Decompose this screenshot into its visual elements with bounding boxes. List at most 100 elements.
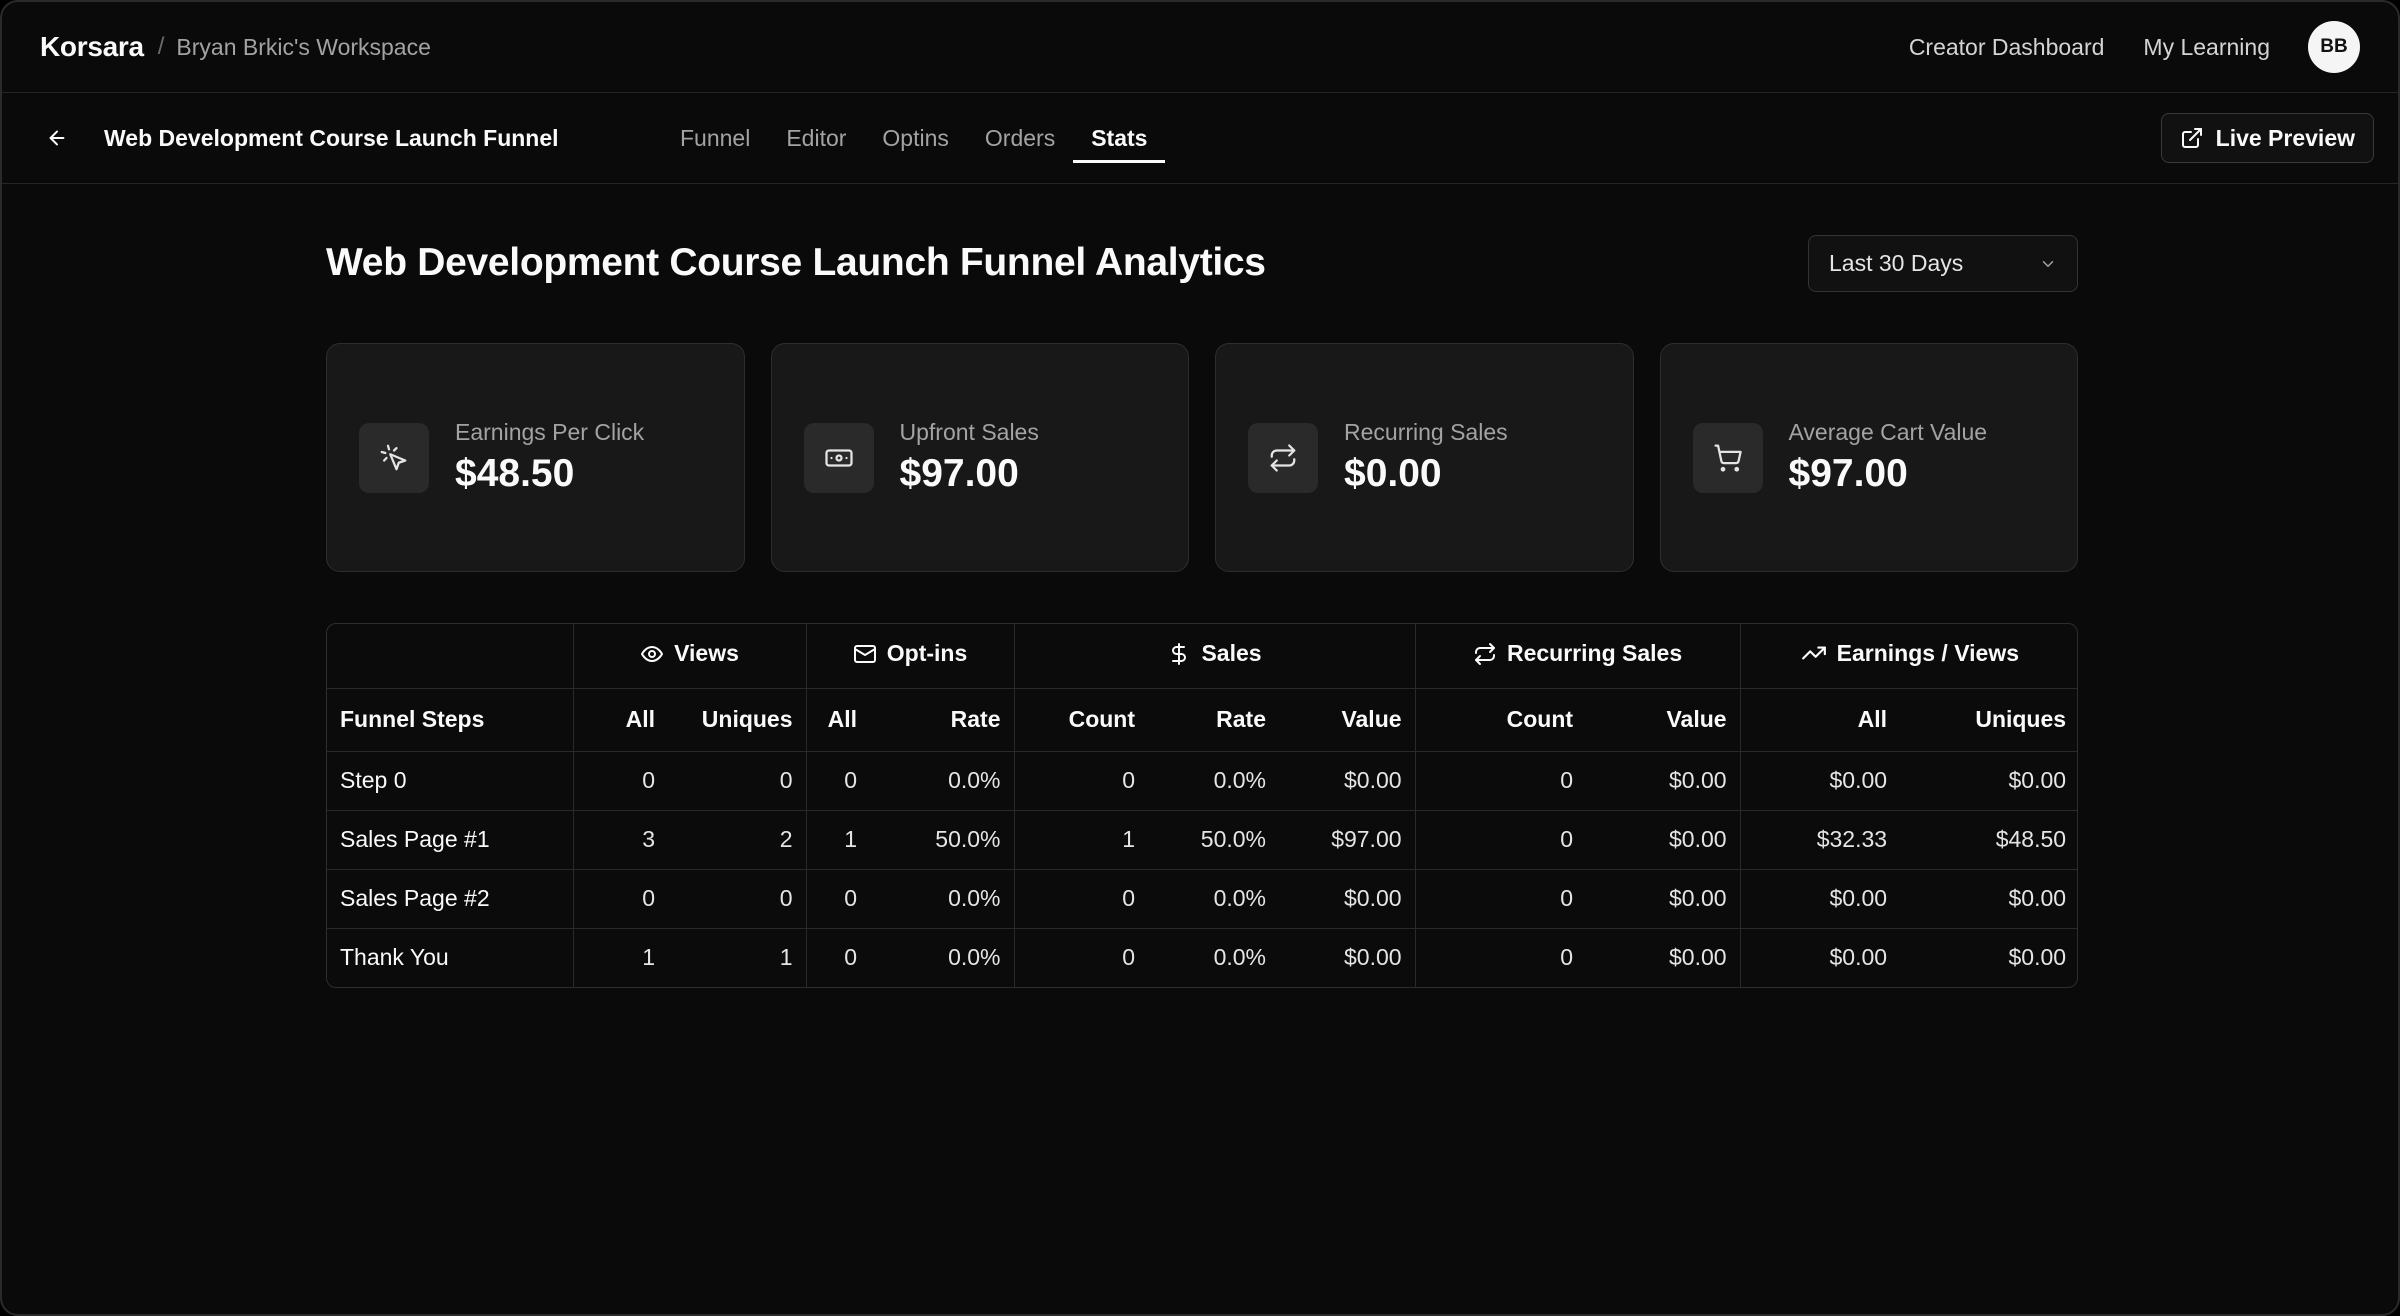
views-group-header: Views [572, 624, 807, 689]
group-label: Earnings / Views [1836, 639, 2019, 666]
col-recurring-count[interactable]: Count [1414, 688, 1587, 752]
recurring-sales-group-header: Recurring Sales [1414, 624, 1741, 689]
table-cell: 1 [805, 810, 871, 870]
top-header: Korsara / Bryan Brkic's Workspace Creato… [2, 2, 2398, 93]
earnings-views-group-header: Earnings / Views [1739, 624, 2077, 689]
mail-icon [853, 644, 876, 663]
table-cell: 0 [1013, 869, 1149, 929]
table-cell: 0 [1414, 751, 1587, 811]
table-cell: 2 [668, 810, 807, 870]
table-cell: $0.00 [1343, 944, 1402, 971]
table-cell: 0.0% [1148, 751, 1280, 811]
arrow-left-icon [49, 130, 65, 146]
table-cell: 0 [572, 869, 668, 929]
tab-orders[interactable]: Orders [967, 93, 1073, 184]
col-sales-count[interactable]: Count [1013, 688, 1149, 752]
table-cell: $0.00 [1669, 944, 1727, 971]
col-optins-rate[interactable]: Rate [870, 688, 1015, 752]
tab-editor[interactable]: Editor [768, 93, 864, 184]
page-title: Web Development Course Launch Funnel Ana… [326, 241, 1266, 284]
table-cell: 0 [805, 928, 871, 987]
shopping-cart-icon [1692, 422, 1763, 493]
card-value: $48.50 [455, 452, 575, 495]
date-range-value: Last 30 Days [1829, 250, 1964, 276]
table-cell: $0.00 [1586, 869, 1741, 929]
table-cell: 50.0% [870, 810, 1015, 870]
col-earnings-all[interactable]: All [1739, 688, 1901, 752]
trending-up-icon [1801, 646, 1826, 660]
live-preview-label: Live Preview [2215, 124, 2355, 151]
table-cell: 0 [668, 869, 807, 929]
table-cell: $48.50 [1900, 810, 2077, 870]
table-cell: 0.0% [1148, 869, 1280, 929]
table-cell: $97.00 [1279, 810, 1416, 870]
col-funnel-steps[interactable]: Funnel Steps [327, 688, 573, 752]
table-cell: 0.0% [1213, 944, 1267, 971]
table-cell: 0 [1414, 810, 1587, 870]
group-label: Views [674, 640, 739, 666]
table-row[interactable]: Step 0 0 0 0 0.0% 0 0.0% $0.00 0 $0.00 $0.00 $0.00 [327, 751, 2077, 811]
col-earnings-uniques[interactable]: Uniques [1900, 688, 2077, 752]
table-cell: 1 [1013, 810, 1149, 870]
col-recurring-value[interactable]: Value [1586, 688, 1741, 752]
table-cell: $0.00 [1900, 869, 2077, 929]
banknote-icon [803, 422, 874, 493]
step-name-cell: Sales Page #2 [327, 869, 573, 929]
my-learning-link[interactable]: My Learning [2143, 34, 2270, 61]
repeat-icon [1474, 642, 1495, 665]
col-views-all[interactable]: All [572, 688, 668, 752]
card-label: Earnings Per Click [455, 419, 645, 445]
card-value: $0.00 [1344, 452, 1442, 495]
avatar[interactable]: BB [2308, 21, 2360, 73]
group-label: Recurring Sales [1506, 640, 1683, 666]
table-row[interactable]: Sales Page #2 0 0 0 0.0% 0 0.0% $0.00 0 $0.00 $0.0… [327, 869, 2077, 929]
table-row[interactable]: Thank You 1 1 0 0.0% 0 0.0% $0.00 0 $0.00 $0.00 $0.… [327, 928, 2077, 987]
table-cell: 50.0% [1148, 810, 1280, 870]
table-cell: $0.00 [1279, 751, 1416, 811]
table-cell: 0 [668, 751, 807, 811]
card-label: Upfront Sales [899, 419, 1039, 445]
recurring-sales-card: Recurring Sales $0.00 [1215, 343, 1634, 572]
tab-optins[interactable]: Optins [864, 93, 966, 184]
table-cell: 0 [1414, 869, 1587, 929]
app-window: Korsara / Bryan Brkic's Workspace Creato… [0, 0, 2400, 1316]
chevron-down-icon [2042, 260, 2054, 267]
table-cell: 1 [572, 928, 668, 987]
date-range-select[interactable]: Last 30 Days [1808, 235, 2078, 292]
step-name-cell: Thank You [340, 944, 449, 971]
creator-dashboard-link[interactable]: Creator Dashboard [1909, 34, 2105, 61]
workspace-name[interactable]: Bryan Brkic's Workspace [176, 34, 430, 61]
pointer-click-icon [359, 422, 429, 493]
back-button[interactable] [40, 121, 74, 155]
empty-group-header [327, 624, 573, 689]
col-optins-all[interactable]: All [805, 688, 871, 752]
tab-funnel[interactable]: Funnel [662, 93, 768, 184]
funnel-stats-table: Views Opt-ins Sales Recurring Sales Earn… [326, 623, 2078, 988]
live-preview-button[interactable]: Live Preview [2160, 113, 2374, 163]
table-body: Step 0 0 0 0 0.0% 0 0.0% $0.00 0 $0.00 $0.00 $0.00 S… [327, 751, 2077, 987]
card-value: $97.00 [1788, 452, 1908, 495]
repeat-icon [1248, 422, 1318, 493]
card-value: $97.00 [899, 452, 1019, 495]
table-cell: 0 [1414, 928, 1587, 987]
table-cell: 0 [1013, 751, 1149, 811]
col-sales-value[interactable]: Value [1279, 688, 1416, 752]
sales-group-header: Sales [1013, 624, 1416, 689]
tab-stats[interactable]: Stats [1073, 93, 1166, 184]
table-cell: 0.0% [870, 869, 1015, 929]
breadcrumb-separator: / [157, 33, 165, 60]
col-views-uniques[interactable]: Uniques [668, 688, 807, 752]
step-name-cell: Sales Page #1 [327, 810, 573, 870]
metric-cards: Earnings Per Click $48.50 Upfront Sales … [326, 343, 2078, 572]
upfront-sales-card: Upfront Sales $97.00 [770, 343, 1189, 572]
table-cell: $0.00 [1739, 928, 1901, 987]
col-sales-rate[interactable]: Rate [1148, 688, 1280, 752]
table-row[interactable]: Sales Page #1 3 2 1 50.0% 1 50.0% $97.00 0 $0.00 $… [327, 810, 2077, 870]
step-name-cell: Step 0 [327, 751, 573, 811]
top-nav: Creator Dashboard My Learning BB [1870, 21, 2360, 73]
optins-group-header: Opt-ins [805, 624, 1015, 689]
table-cell: 0.0% [870, 751, 1015, 811]
table-cell: 0 [805, 869, 871, 929]
dollar-icon [1172, 642, 1187, 665]
brand-logo[interactable]: Korsara [40, 31, 144, 63]
